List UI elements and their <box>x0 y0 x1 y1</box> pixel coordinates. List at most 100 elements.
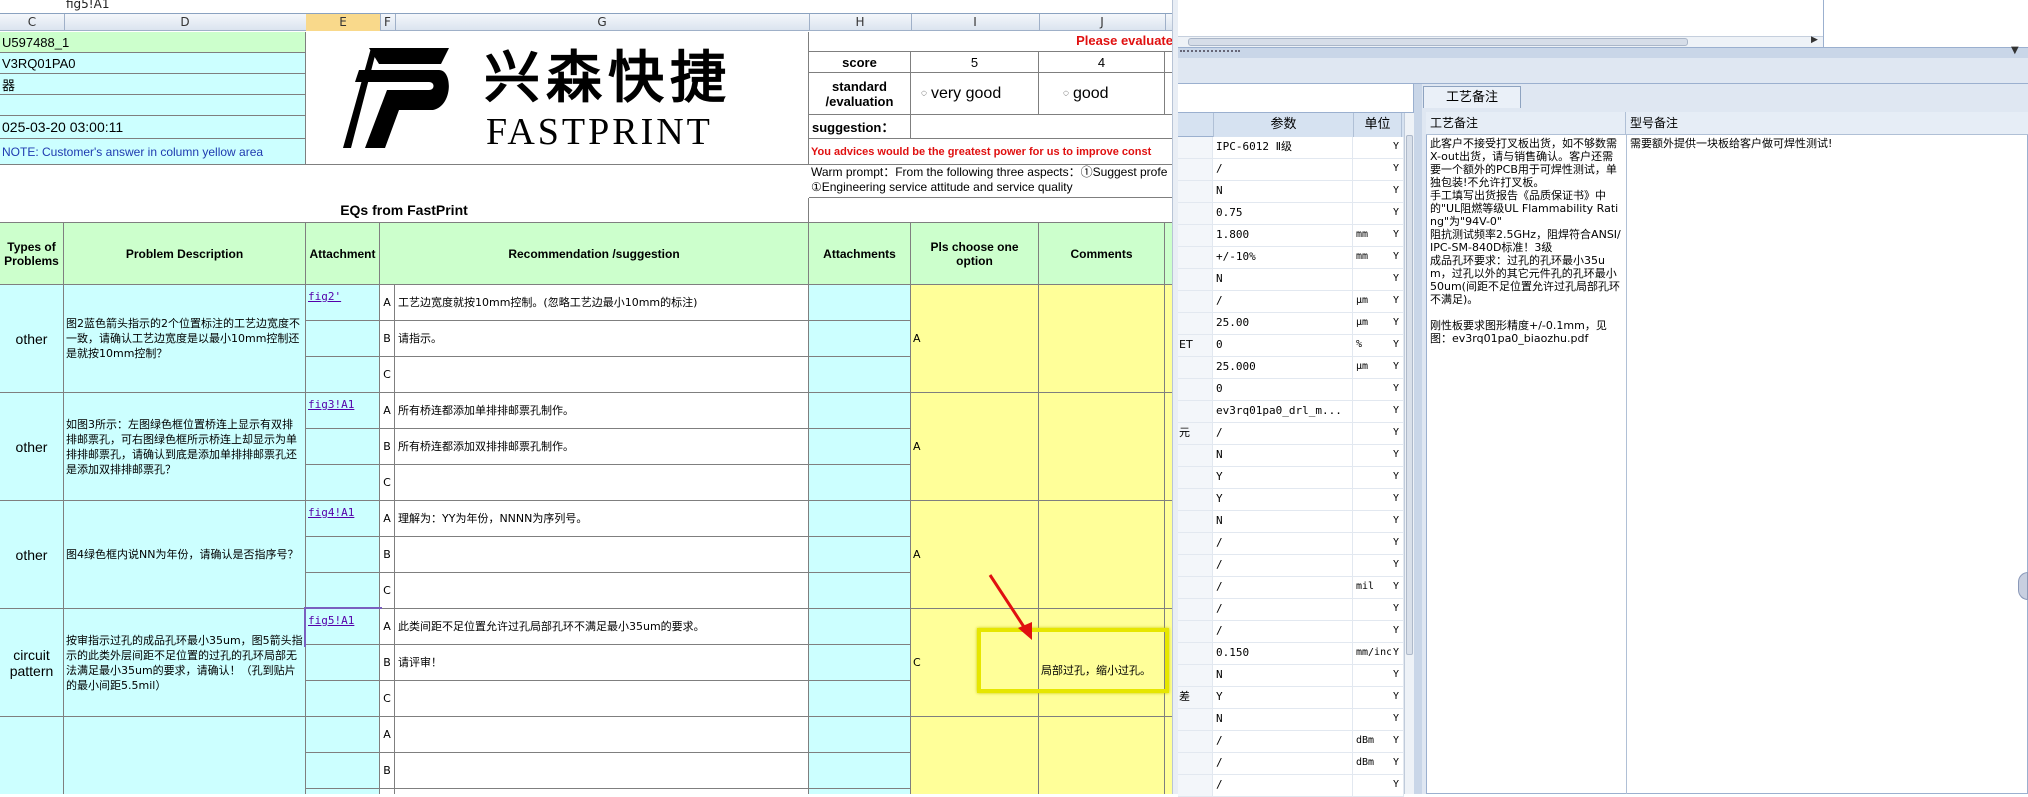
option-text[interactable] <box>395 681 809 717</box>
attachments-cell[interactable] <box>809 717 911 753</box>
comment-cell[interactable] <box>1039 393 1165 501</box>
option-text[interactable]: 所有桥连都添加单排排邮票孔制作。 <box>395 393 809 429</box>
flag-value[interactable]: Y <box>1391 247 1404 269</box>
attachments-cell[interactable] <box>809 681 911 717</box>
option-choice[interactable] <box>911 717 1039 794</box>
side-handle[interactable] <box>2018 572 2028 600</box>
attachments-cell[interactable] <box>809 357 911 393</box>
attachment-cell[interactable] <box>306 789 380 794</box>
param-value[interactable]: / <box>1213 159 1353 181</box>
param-value[interactable]: / <box>1213 555 1353 577</box>
flag-value[interactable]: Y <box>1391 753 1404 775</box>
comment-cell[interactable] <box>1039 285 1165 393</box>
flag-value[interactable]: Y <box>1391 401 1404 423</box>
param-value[interactable]: N <box>1213 511 1353 533</box>
param-value[interactable]: N <box>1213 445 1353 467</box>
param-value[interactable]: 0 <box>1213 379 1353 401</box>
param-value[interactable]: / <box>1213 577 1353 599</box>
attachment-link[interactable]: fig3!A1 <box>308 398 354 411</box>
header-process-note[interactable]: 工艺备注 <box>1426 112 1626 135</box>
spreadsheet[interactable]: fig5!A1 C D E F G H I J U597488_1 V3RQ01… <box>0 0 1178 794</box>
flag-value[interactable]: Y <box>1391 731 1404 753</box>
attachment-cell[interactable]: fig2' <box>306 285 380 321</box>
param-value[interactable]: 0.150 <box>1213 643 1353 665</box>
param-value[interactable]: 25.00 <box>1213 313 1353 335</box>
param-value[interactable]: / <box>1213 533 1353 555</box>
attachment-cell[interactable] <box>306 429 380 465</box>
attachment-link[interactable]: fig4!A1 <box>308 506 354 519</box>
flag-value[interactable]: Y <box>1391 467 1404 489</box>
flag-value[interactable]: Y <box>1391 533 1404 555</box>
option-text[interactable] <box>395 465 809 501</box>
attachment-cell[interactable] <box>306 573 380 609</box>
flag-value[interactable]: Y <box>1391 709 1404 731</box>
flag-value[interactable]: Y <box>1391 423 1404 445</box>
attachments-cell[interactable] <box>809 321 911 357</box>
option-text[interactable] <box>395 753 809 789</box>
tab-process-note[interactable]: 工艺备注 <box>1423 86 1521 108</box>
flag-value[interactable]: Y <box>1391 203 1404 225</box>
param-value[interactable]: +/-10% <box>1213 247 1353 269</box>
problem-description[interactable]: 按审指示过孔的成品孔环最小35um，图5箭头指示的此类外层间距不足位置的过孔的孔… <box>64 609 306 717</box>
flag-value[interactable]: Y <box>1391 335 1404 357</box>
flag-value[interactable]: Y <box>1391 555 1404 577</box>
option-text[interactable]: 此类间距不足位置允许过孔局部孔环不满足最小35um的要求。 <box>395 609 809 645</box>
param-value[interactable]: / <box>1213 599 1353 621</box>
param-value[interactable]: Y <box>1213 489 1353 511</box>
param-value[interactable]: N <box>1213 269 1353 291</box>
problem-description[interactable]: 如图3所示：左图绿色框位置桥连上显示有双排排邮票孔，可右图绿色框所示桥连上却显示… <box>64 393 306 501</box>
flag-value[interactable]: Y <box>1391 357 1404 379</box>
problem-type[interactable]: other <box>0 285 64 393</box>
flag-value[interactable]: Y <box>1391 599 1404 621</box>
option-text[interactable] <box>395 537 809 573</box>
param-value[interactable]: 1.800 <box>1213 225 1353 247</box>
option-text[interactable]: 所有桥连都添加双排排邮票孔制作。 <box>395 429 809 465</box>
param-value[interactable]: IPC-6012 Ⅱ级 <box>1213 137 1353 159</box>
attachment-link[interactable]: fig2' <box>308 290 341 303</box>
params-scrollbar[interactable] <box>1404 113 1414 794</box>
flag-value[interactable]: Y <box>1391 137 1404 159</box>
attachments-cell[interactable] <box>809 393 911 429</box>
attachment-cell[interactable]: fig4!A1 <box>306 501 380 537</box>
option-choice[interactable]: A <box>911 393 1039 501</box>
attachments-cell[interactable] <box>809 609 911 645</box>
param-value[interactable]: / <box>1213 621 1353 643</box>
attachments-cell[interactable] <box>809 645 911 681</box>
param-value[interactable]: Y <box>1213 467 1353 489</box>
attachments-cell[interactable] <box>809 501 911 537</box>
option-text[interactable]: 请指示。 <box>395 321 809 357</box>
flag-value[interactable]: Y <box>1391 379 1404 401</box>
attachment-cell[interactable] <box>306 717 380 753</box>
param-value[interactable]: / <box>1213 731 1353 753</box>
attachments-cell[interactable] <box>809 285 911 321</box>
scroll-thumb[interactable] <box>1406 135 1413 655</box>
header-model-note[interactable]: 型号备注 <box>1626 112 2028 135</box>
problem-description[interactable]: 图2蓝色箭头指示的2个位置标注的工艺边宽度不一致，请确认工艺边宽度是以最小10m… <box>64 285 306 393</box>
attachment-cell[interactable] <box>306 465 380 501</box>
attachment-cell[interactable] <box>306 321 380 357</box>
param-value[interactable]: N <box>1213 665 1353 687</box>
model-note-text[interactable]: 需要额外提供一块板给客户做可焊性测试! <box>1630 137 2020 177</box>
attachment-cell[interactable]: fig3!A1 <box>306 393 380 429</box>
param-value[interactable]: 25.000 <box>1213 357 1353 379</box>
param-value[interactable]: 0 <box>1213 335 1353 357</box>
attachment-cell[interactable] <box>306 753 380 789</box>
option-choice[interactable]: A <box>911 285 1039 393</box>
option-text[interactable] <box>395 789 809 794</box>
flag-value[interactable]: Y <box>1391 687 1404 709</box>
comment-cell[interactable] <box>1039 501 1165 609</box>
problem-type[interactable] <box>0 717 64 794</box>
flag-value[interactable]: Y <box>1391 489 1404 511</box>
param-value[interactable]: / <box>1213 423 1353 445</box>
param-value[interactable]: ev3rq01pa0_drl_m... <box>1213 401 1353 423</box>
flag-value[interactable]: Y <box>1391 313 1404 335</box>
param-value[interactable]: Y <box>1213 687 1353 709</box>
flag-value[interactable]: Y <box>1391 621 1404 643</box>
attachment-cell[interactable] <box>306 537 380 573</box>
param-value[interactable]: N <box>1213 709 1353 731</box>
attachment-cell[interactable] <box>306 645 380 681</box>
option-text[interactable] <box>395 357 809 393</box>
flag-value[interactable]: Y <box>1391 665 1404 687</box>
attachments-cell[interactable] <box>809 753 911 789</box>
param-value[interactable]: N <box>1213 181 1353 203</box>
